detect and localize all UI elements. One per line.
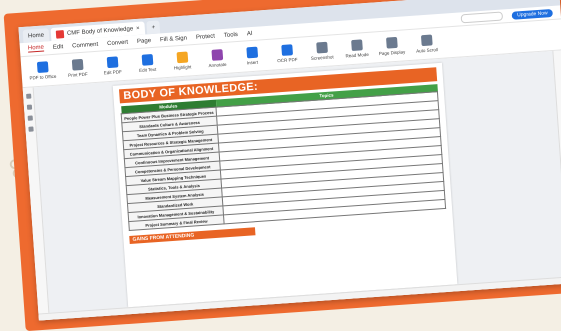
tool-pdf-to-office[interactable]: PDF to Office	[27, 61, 58, 81]
insert-icon	[245, 46, 258, 59]
tool-label: Page Display	[378, 49, 406, 57]
menu-item-home[interactable]: Home	[27, 44, 45, 53]
menu-item-protect[interactable]: Protect	[196, 33, 215, 40]
pdf-file-icon	[55, 29, 65, 39]
ocr-icon	[280, 44, 293, 56]
pdf-to-office-icon	[36, 61, 49, 74]
bookmark-icon[interactable]	[26, 104, 32, 110]
tool-label: OCR PDF	[277, 56, 298, 64]
upgrade-button[interactable]: Upgrade Now	[511, 8, 553, 20]
search-input[interactable]	[461, 11, 504, 24]
tool-highlight[interactable]: Highlight	[167, 51, 198, 71]
menu-item-comment[interactable]: Comment	[72, 41, 98, 49]
read-mode-icon	[350, 39, 363, 52]
tool-label: Screenshot	[310, 54, 334, 61]
search-icon[interactable]	[27, 126, 34, 132]
right-sidebar	[552, 50, 561, 286]
section-gains-title: GAINS FROM ATTENDING	[129, 227, 256, 245]
tool-read-mode[interactable]: Read Mode	[341, 39, 372, 59]
tab-document-label: CMF Body of Knowledge	[66, 25, 134, 37]
menu-item-fill-sign[interactable]: Fill & Sign	[160, 35, 187, 43]
tool-label: Edit Text	[138, 66, 157, 73]
scroll-icon	[420, 34, 433, 47]
new-tab-button[interactable]: +	[146, 20, 161, 35]
tool-label: Auto Scroll	[415, 47, 439, 54]
modules-table: Modules Topics People Power Plus Busines…	[120, 84, 446, 231]
comment-icon[interactable]	[27, 115, 33, 121]
menu-item-ai[interactable]: AI	[247, 30, 253, 36]
tool-label: Print PDF	[67, 71, 88, 78]
screenshot-icon	[315, 41, 328, 54]
tool-annotate[interactable]: Annotate	[201, 48, 232, 68]
page-display-icon	[385, 36, 398, 49]
tool-scroll[interactable]: Auto Scroll	[411, 34, 442, 54]
annotate-icon	[210, 49, 223, 61]
tool-label: Annotate	[208, 61, 227, 69]
pdf-page: BODY OF KNOWLEDGE: Modules Topics People…	[112, 62, 458, 308]
document-area: BODY OF KNOWLEDGE: Modules Topics People…	[22, 50, 561, 321]
tool-label: Highlight	[173, 64, 192, 71]
edit-text-icon	[141, 54, 153, 66]
edit-icon	[106, 56, 118, 69]
thumbnail-icon[interactable]	[25, 93, 31, 99]
close-icon[interactable]: ×	[136, 25, 140, 31]
menu-item-edit[interactable]: Edit	[53, 44, 64, 51]
tool-insert[interactable]: Insert	[236, 46, 267, 66]
tool-label: Read Mode	[345, 51, 369, 59]
menu-item-tools[interactable]: Tools	[224, 31, 238, 38]
tool-edit[interactable]: Edit PDF	[97, 56, 128, 76]
tool-print[interactable]: Print PDF	[62, 58, 93, 78]
menu-item-convert[interactable]: Convert	[107, 39, 128, 46]
tool-ocr[interactable]: OCR PDF	[271, 44, 302, 64]
tool-page-display[interactable]: Page Display	[376, 36, 407, 56]
tab-home[interactable]: Home	[22, 28, 50, 43]
tool-edit-text[interactable]: Edit Text	[132, 53, 163, 73]
print-icon	[71, 58, 84, 71]
tool-screenshot[interactable]: Screenshot	[306, 41, 337, 61]
tool-label: Insert	[246, 59, 259, 66]
plus-icon: +	[151, 24, 156, 31]
menu-item-page[interactable]: Page	[137, 38, 151, 45]
tool-label: PDF to Office	[29, 73, 57, 81]
highlight-icon	[176, 51, 188, 64]
tool-label: Edit PDF	[103, 69, 122, 76]
tab-home-label: Home	[27, 32, 45, 40]
pdf-reader-window: Home CMF Body of Knowledge × + Home Edit…	[18, 0, 561, 321]
